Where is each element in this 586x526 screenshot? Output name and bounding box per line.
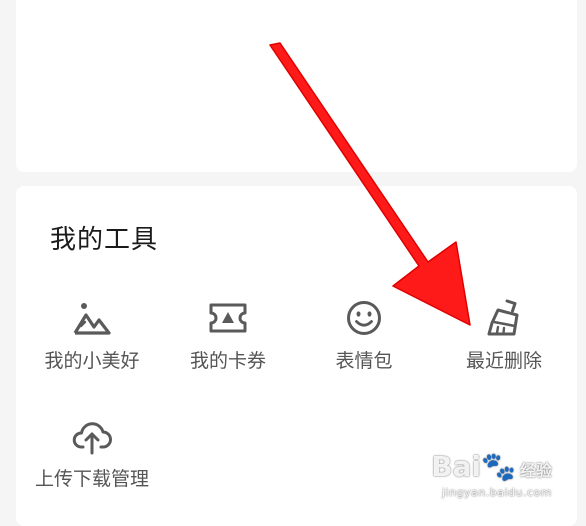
tool-recently-deleted[interactable]: 最近删除 — [434, 298, 574, 374]
tool-label: 最近删除 — [465, 350, 542, 372]
top-card — [16, 0, 577, 172]
tool-my-coupons[interactable]: 我的卡券 — [158, 298, 298, 374]
tool-stickers[interactable]: 表情包 — [294, 298, 434, 374]
broom-clean-icon — [487, 299, 519, 336]
tool-label: 表情包 — [335, 350, 393, 372]
tool-label: 我的卡券 — [189, 350, 266, 372]
tool-label: 我的小美好 — [44, 350, 140, 372]
tool-my-moments[interactable]: 我的小美好 — [22, 298, 162, 374]
ticket-coupon-icon — [209, 303, 247, 333]
my-tools-card: 我的工具 我的小美好 我的卡券 表情包 最近删除 上传下载管理 — [16, 186, 577, 526]
mountain-photo-icon — [73, 303, 111, 335]
tool-upload-download[interactable]: 上传下载管理 — [22, 416, 162, 492]
cloud-upload-icon — [72, 422, 112, 455]
smiley-face-icon — [347, 301, 381, 335]
tool-label: 上传下载管理 — [34, 468, 149, 490]
section-title: 我的工具 — [50, 225, 159, 255]
